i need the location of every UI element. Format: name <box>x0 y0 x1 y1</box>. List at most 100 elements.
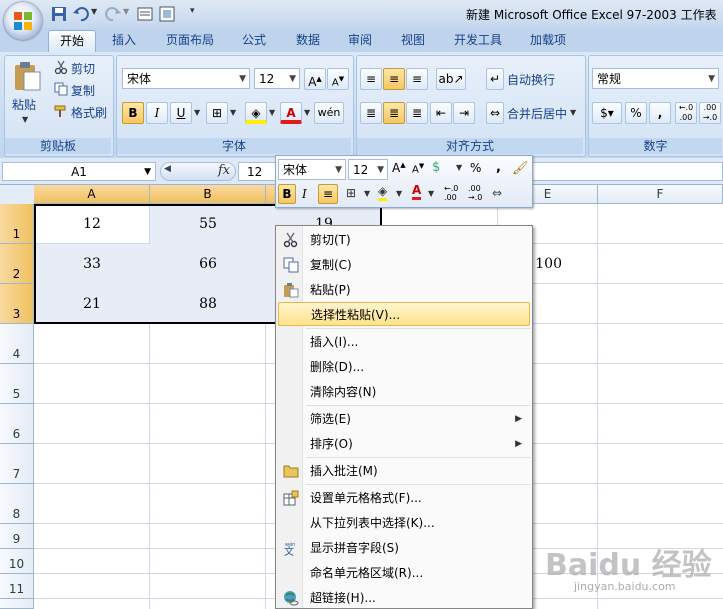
row-header-10[interactable]: 10 <box>0 549 34 574</box>
borders-icon[interactable]: ⊞ <box>346 186 356 200</box>
tab-formulas[interactable]: 公式 <box>234 30 274 51</box>
paste-large-icon[interactable] <box>12 60 42 92</box>
center-align-icon[interactable]: ≡ <box>318 184 338 204</box>
fill-color-icon[interactable]: ◈ <box>378 184 388 201</box>
select-all-corner[interactable] <box>0 185 35 205</box>
column-header-a[interactable]: A <box>34 185 150 204</box>
column-header-f[interactable]: F <box>598 185 723 204</box>
format-painter-button[interactable]: 格式刷 <box>71 104 107 121</box>
menu-item-delete[interactable]: 删除(D)... <box>278 355 530 379</box>
customize-qat-icon[interactable]: ▾ <box>190 6 195 16</box>
number-format-combo[interactable]: 常规 ▼ <box>592 68 719 89</box>
menu-item-insert[interactable]: 插入(I)... <box>278 330 530 354</box>
cell-a3[interactable]: 21 <box>34 284 150 324</box>
decrease-indent-icon[interactable]: ⇤ <box>430 102 452 124</box>
fill-color-dropdown-icon[interactable]: ▼ <box>269 108 275 117</box>
format-painter-icon[interactable]: 🖌 <box>512 161 529 176</box>
tab-addins[interactable]: 加载项 <box>522 30 574 51</box>
chevron-down-icon[interactable]: ▼ <box>456 163 462 172</box>
decrease-decimal-icon[interactable]: .00 →.0 <box>699 102 721 124</box>
chevron-down-icon[interactable]: ▼ <box>396 189 402 198</box>
top-align-icon[interactable]: ≡ <box>360 68 382 90</box>
row-header-12[interactable] <box>0 599 34 609</box>
menu-item-pick-from-list[interactable]: 从下拉列表中选择(K)... <box>278 511 530 535</box>
decrease-decimal-icon[interactable]: .00 →.0 <box>468 184 482 202</box>
tab-view[interactable]: 视图 <box>393 30 433 51</box>
font-name-combo[interactable]: 宋体 ▼ <box>122 68 250 89</box>
formula-collapse-icon[interactable]: ◀ <box>164 164 171 174</box>
italic-icon[interactable]: I <box>302 187 307 201</box>
merge-center-icon[interactable]: ⇔ <box>492 186 502 200</box>
font-color-icon[interactable]: A <box>412 183 422 200</box>
undo-dropdown-icon[interactable]: ▼ <box>91 7 97 16</box>
row-header-11[interactable]: 11 <box>0 574 34 599</box>
fill-color-icon[interactable]: ◈ <box>245 102 267 124</box>
redo-dropdown-icon[interactable]: ▼ <box>123 7 129 16</box>
menu-item-clear-contents[interactable]: 清除内容(N) <box>278 380 530 404</box>
tab-home[interactable]: 开始 <box>48 30 96 52</box>
increase-decimal-icon[interactable]: ←.0.00 <box>444 184 458 202</box>
align-left-icon[interactable]: ≣ <box>360 102 382 124</box>
paste-dropdown-icon[interactable]: ▼ <box>22 115 28 124</box>
chevron-down-icon[interactable]: ▼ <box>144 163 151 181</box>
orientation-icon[interactable]: ab↗ <box>436 68 466 90</box>
tab-page-layout[interactable]: 页面布局 <box>158 30 222 51</box>
italic-icon[interactable]: I <box>146 102 168 124</box>
bold-icon[interactable]: B <box>122 102 144 124</box>
row-header-4[interactable]: 4 <box>0 324 34 364</box>
undo-icon[interactable] <box>72 5 90 23</box>
column-header-b[interactable]: B <box>150 185 266 204</box>
merge-center-button[interactable]: 合并后居中 <box>507 105 567 122</box>
menu-item-sort[interactable]: 排序(O) ▶ <box>278 432 530 456</box>
borders-icon[interactable]: ⊞ <box>206 102 228 124</box>
row-header-2[interactable]: 2 <box>0 244 34 284</box>
font-color-dropdown-icon[interactable]: ▼ <box>304 108 310 117</box>
increase-indent-icon[interactable]: ⇥ <box>453 102 475 124</box>
tab-data[interactable]: 数据 <box>288 30 328 51</box>
mini-comma-button[interactable]: , <box>496 160 501 175</box>
office-button[interactable] <box>4 2 42 40</box>
row-header-1[interactable]: 1 <box>0 204 34 244</box>
paste-button[interactable]: 粘贴 <box>12 96 36 113</box>
align-right-icon[interactable]: ≣ <box>406 102 428 124</box>
tab-developer[interactable]: 开发工具 <box>446 30 510 51</box>
menu-item-filter[interactable]: 筛选(E) ▶ <box>278 407 530 431</box>
cell-b1[interactable]: 55 <box>150 204 266 244</box>
name-box[interactable]: A1 ▼ <box>2 162 156 181</box>
merge-dropdown-icon[interactable]: ▼ <box>570 108 576 117</box>
redo-icon[interactable] <box>104 5 122 23</box>
align-center-icon[interactable]: ≣ <box>383 102 405 124</box>
grow-font-icon[interactable]: A▲ <box>392 161 406 175</box>
row-header-9[interactable]: 9 <box>0 524 34 549</box>
row-header-7[interactable]: 7 <box>0 444 34 484</box>
row-header-3[interactable]: 3 <box>0 284 34 324</box>
shrink-font-icon[interactable]: A▼ <box>327 68 349 90</box>
copy-button[interactable]: 复制 <box>71 82 95 99</box>
cell-a2[interactable]: 33 <box>34 244 150 284</box>
chevron-down-icon[interactable]: ▼ <box>364 189 370 198</box>
mini-font-combo[interactable]: 宋体 ▼ <box>278 159 346 180</box>
row-header-5[interactable]: 5 <box>0 364 34 404</box>
print-preview-icon[interactable] <box>136 5 154 23</box>
menu-item-show-phonetic[interactable]: wén 文 显示拼音字段(S) <box>278 536 530 560</box>
underline-icon[interactable]: U <box>170 102 192 124</box>
menu-item-copy[interactable]: 复制(C) <box>278 253 530 277</box>
percent-style-button[interactable]: % <box>625 102 647 124</box>
insert-function-button[interactable]: fx <box>218 163 230 178</box>
save-icon[interactable] <box>50 5 68 23</box>
accounting-format-icon[interactable]: $ <box>432 160 440 175</box>
mini-size-combo[interactable]: 12 ▼ <box>348 159 388 180</box>
font-color-icon[interactable]: A <box>280 102 302 124</box>
cut-button[interactable]: 剪切 <box>71 60 95 77</box>
chevron-down-icon[interactable]: ▼ <box>428 189 434 198</box>
accounting-format-icon[interactable]: $▾ <box>592 102 622 124</box>
tab-review[interactable]: 审阅 <box>340 30 380 51</box>
underline-dropdown-icon[interactable]: ▼ <box>194 108 200 117</box>
menu-item-cut[interactable]: 剪切(T) <box>278 228 530 252</box>
comma-style-button[interactable]: , <box>649 102 671 124</box>
bold-icon[interactable]: B <box>278 184 296 204</box>
grow-font-icon[interactable]: A▲ <box>304 68 326 90</box>
row-header-8[interactable]: 8 <box>0 484 34 524</box>
cell-b3[interactable]: 88 <box>150 284 266 324</box>
wrap-text-button[interactable]: 自动换行 <box>507 71 555 88</box>
